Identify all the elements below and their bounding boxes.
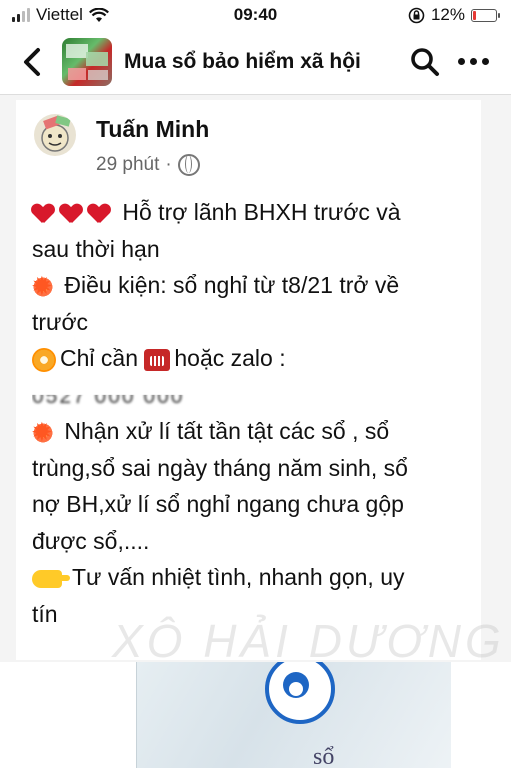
- author-name[interactable]: Tuấn Minh: [96, 116, 209, 143]
- post-line: Điều kiện: sổ nghỉ từ t8/21 trở về: [31, 267, 477, 306]
- post-line: sau thời hạn: [32, 231, 477, 268]
- post-meta: 29 phút ·: [96, 154, 200, 176]
- battery-level: [473, 10, 476, 20]
- post-line: được sổ,....: [32, 523, 477, 560]
- post-line-text: sau thời hạn: [32, 235, 160, 262]
- avatar[interactable]: [34, 114, 76, 156]
- post-line-text: Hỗ trợ lãnh BHXH trước và: [122, 199, 401, 225]
- post-line-text: Tư vấn nhiệt tình, nhanh gọn, uy: [71, 564, 405, 590]
- post-body: Hỗ trợ lãnh BHXH trước và sau thời hạn Đ…: [31, 194, 477, 633]
- heart-icon: [60, 204, 82, 224]
- booklet-word: sổ: [313, 744, 335, 768]
- post-line-text: Điều kiện: sổ nghỉ từ t8/21 trở về: [64, 272, 400, 298]
- post-line: trùng,sổ sai ngày tháng năm sinh, sổ: [32, 450, 477, 487]
- pointing-hand-icon: [32, 569, 70, 588]
- battery-icon: [471, 8, 500, 22]
- post-line-text: Chỉ cần: [60, 345, 138, 371]
- post-line: Tư vấn nhiệt tình, nhanh gọn, uy: [32, 559, 477, 596]
- post-line-suffix: hoặc zalo :: [174, 345, 286, 371]
- status-bar: Viettel 09:40 12%: [0, 0, 511, 30]
- post-line: Chỉ cần hoặc zalo :: [32, 340, 477, 377]
- avatar-image: [41, 115, 71, 152]
- post-line-text: trùng,sổ sai ngày tháng năm sinh, sổ: [32, 454, 408, 481]
- post-image[interactable]: sổ: [0, 662, 511, 768]
- heart-icon: [88, 204, 110, 224]
- insurance-booklet-image: sổ: [136, 662, 451, 768]
- post-card: Tuấn Minh 29 phút · Hỗ trợ lãnh BHXH trư…: [16, 100, 481, 660]
- post-line-text: tín: [32, 600, 58, 627]
- post-line: nợ BH,xử lí sổ nghỉ ngang chưa gộp: [32, 486, 477, 523]
- post-line: Nhận xử lí tất tần tật các sổ , sổ: [31, 413, 477, 452]
- post-line-text: Nhận xử lí tất tần tật các sổ , sổ: [64, 418, 390, 444]
- post-line: 0527 000 000: [32, 377, 477, 414]
- flower-icon: [32, 347, 56, 372]
- more-icon[interactable]: [458, 58, 496, 68]
- phone-number[interactable]: 0527 000 000: [32, 395, 184, 415]
- post-line: Hỗ trợ lãnh BHXH trước và: [32, 194, 477, 231]
- post-line-text: trước: [32, 308, 89, 335]
- meta-separator: ·: [165, 154, 172, 175]
- group-title[interactable]: Mua sổ bảo hiểm xã hội: [124, 50, 361, 74]
- group-thumbnail[interactable]: [62, 38, 112, 86]
- status-right: 12%: [408, 5, 500, 25]
- post-time[interactable]: 29 phút: [96, 154, 159, 176]
- heart-icon: [32, 204, 54, 224]
- collision-icon: [31, 415, 54, 451]
- post-line: tín: [32, 596, 477, 633]
- search-icon[interactable]: [410, 47, 440, 77]
- globe-icon: [177, 154, 200, 176]
- telephone-icon: [144, 348, 171, 371]
- group-header: Mua sổ bảo hiểm xã hội: [0, 30, 511, 95]
- post-line: trước: [32, 304, 477, 341]
- post-line-text: nợ BH,xử lí sổ nghỉ ngang chưa gộp: [32, 491, 404, 517]
- collision-icon: [31, 269, 54, 305]
- battery-percent: 12%: [430, 5, 465, 24]
- post-line-text: được sổ,....: [32, 527, 150, 554]
- orientation-lock-icon: [408, 7, 425, 23]
- back-icon[interactable]: [18, 44, 48, 80]
- social-insurance-logo: [265, 662, 335, 724]
